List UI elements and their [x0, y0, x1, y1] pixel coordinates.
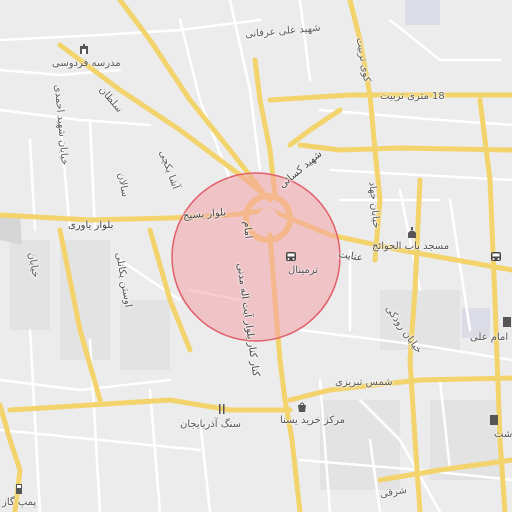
mosque-icon[interactable]: [406, 226, 418, 238]
poi-shopping-label: مرکز خرید یسنا: [280, 415, 346, 426]
shopping-icon[interactable]: [296, 400, 308, 412]
poi-sang-label: سنگ آذربایجان: [180, 419, 242, 430]
building-icon[interactable]: [488, 413, 500, 425]
label-street-emam: امام: [240, 220, 254, 240]
map-base: [0, 0, 512, 512]
poi-emam-ali-label: امام علی: [470, 332, 509, 343]
restaurant-icon[interactable]: [216, 402, 228, 414]
label-street-shams: شمس تبریزی: [335, 377, 393, 388]
poi-edge-label: شت: [494, 429, 512, 440]
label-street-yavari: بلوار یاوری: [68, 220, 114, 231]
map-view[interactable]: شهید علی عرفانی کوی تربیت 18 متری تربیت …: [0, 0, 512, 512]
poi-terminal-label: ترمینال: [288, 265, 319, 276]
bus-icon[interactable]: [490, 250, 502, 262]
highlight-area-circle: [171, 172, 341, 342]
bus-icon[interactable]: [285, 250, 297, 262]
gas-station-icon[interactable]: [14, 482, 26, 494]
poi-school-label: مدرسه فردوسی: [52, 58, 121, 69]
building-icon[interactable]: [501, 315, 512, 327]
poi-gas-label: پمپ گاز: [2, 497, 37, 508]
school-icon[interactable]: [78, 42, 90, 54]
label-street-tarbiat: 18 متری تربیت: [380, 91, 445, 102]
poi-mosque-label: مسجد باب الحوائج: [372, 241, 450, 252]
